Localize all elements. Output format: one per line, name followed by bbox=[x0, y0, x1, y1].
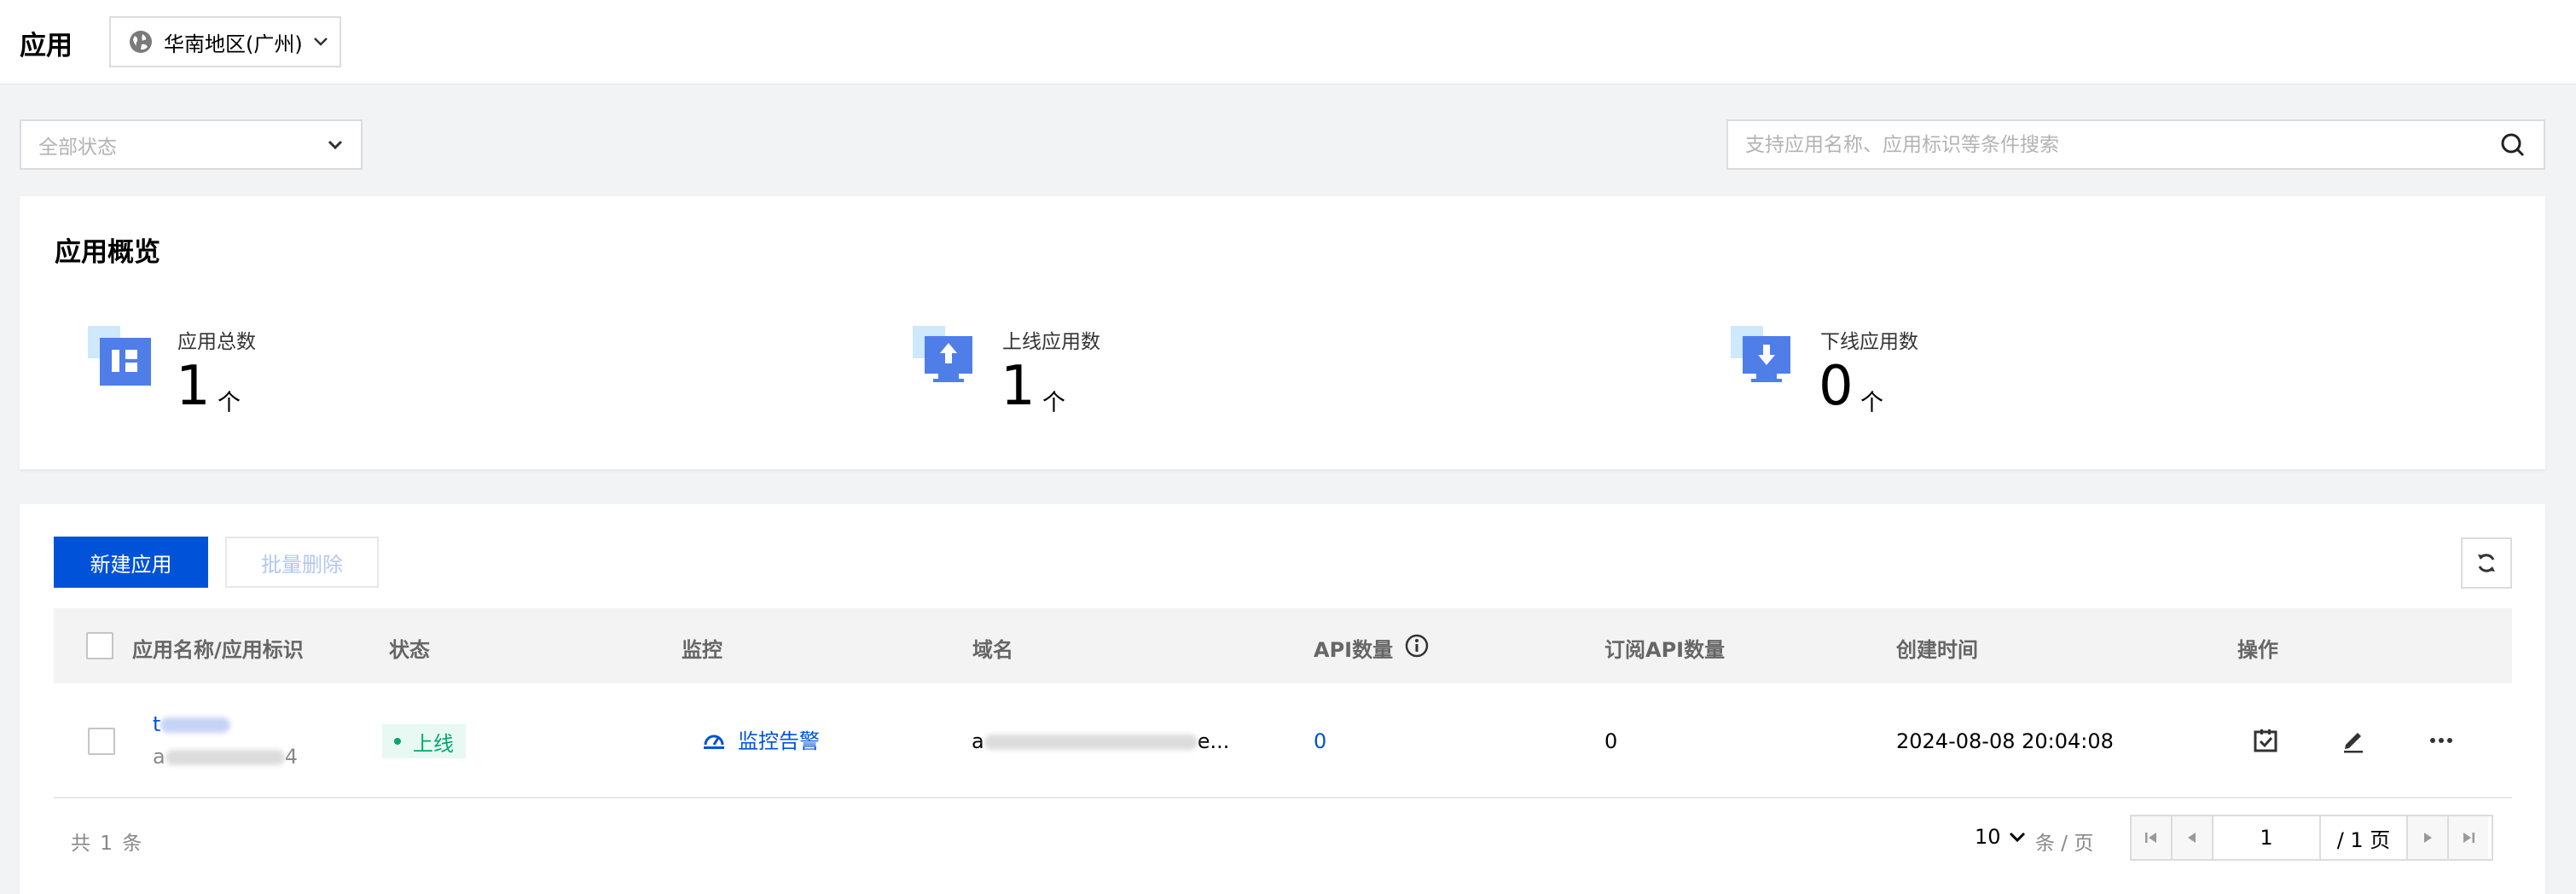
search-input[interactable] bbox=[1745, 133, 2479, 156]
first-page-icon bbox=[2145, 833, 2156, 843]
domain-prefix: a bbox=[972, 729, 984, 753]
pencil-icon bbox=[2344, 733, 2363, 753]
checklist-icon bbox=[2254, 729, 2277, 752]
column-header-name: 应用名称/应用标识 bbox=[132, 638, 304, 662]
stat-unit: 个 bbox=[1042, 390, 1065, 416]
page-size-select[interactable]: 10 bbox=[1975, 825, 2027, 849]
page-size-value: 10 bbox=[1975, 825, 2001, 849]
ellipsis-icon bbox=[2430, 738, 2452, 743]
app-id: a4 bbox=[153, 745, 298, 769]
domain-text: a e... bbox=[972, 729, 1229, 753]
stat-label: 应用总数 bbox=[177, 331, 256, 353]
refresh-icon bbox=[2478, 554, 2495, 572]
monitor-alert-link[interactable]: 监控告警 bbox=[702, 724, 820, 754]
status-filter-placeholder: 全部状态 bbox=[38, 136, 117, 159]
overview-title: 应用概览 bbox=[55, 237, 160, 268]
column-header-monitor: 监控 bbox=[682, 638, 722, 662]
column-header-actions: 操作 bbox=[2237, 638, 2278, 662]
overview-card: 应用概览 应用总数 1 个 上线应用数 1 个 下线应用数 0 个 bbox=[20, 196, 2545, 469]
app-id-prefix: a bbox=[153, 745, 165, 769]
app-id-suffix: 4 bbox=[284, 745, 298, 769]
select-all-checkbox[interactable] bbox=[86, 632, 113, 659]
column-header-domain: 域名 bbox=[972, 638, 1013, 662]
app-list-card: 新建应用 批量删除 应用名称/应用标识 状态 监控 域名 API数量 订阅API… bbox=[20, 504, 2545, 894]
column-header-status: 状态 bbox=[389, 638, 430, 662]
next-page-icon bbox=[2424, 833, 2432, 843]
table-header: 应用名称/应用标识 状态 监控 域名 API数量 订阅API数量 创建时间 操作 bbox=[54, 608, 2512, 683]
api-count-link[interactable]: 0 bbox=[1314, 729, 1326, 753]
page-size-suffix: 条 / 页 bbox=[2035, 833, 2094, 855]
search-box bbox=[1726, 119, 2545, 170]
created-time: 2024-08-08 20:04:08 bbox=[1896, 729, 2114, 753]
total-count: 共 1 条 bbox=[71, 833, 144, 855]
app-name-prefix: t bbox=[153, 712, 161, 736]
top-header: 应用 华南地区(广州) bbox=[0, 0, 2576, 84]
page-number-input[interactable] bbox=[2213, 816, 2321, 859]
new-app-button[interactable]: 新建应用 bbox=[54, 537, 208, 588]
search-icon[interactable] bbox=[2499, 131, 2527, 159]
monitor-upload-icon bbox=[913, 326, 972, 382]
refresh-button[interactable] bbox=[2461, 537, 2512, 589]
domain-suffix: e... bbox=[1197, 729, 1230, 753]
stat-value: 1 bbox=[1001, 355, 1036, 418]
monitor-download-icon bbox=[1731, 326, 1790, 382]
page-title: 应用 bbox=[20, 31, 73, 61]
first-page-button[interactable] bbox=[2132, 816, 2173, 859]
stat-value: 1 bbox=[176, 355, 211, 418]
status-badge: 上线 bbox=[382, 724, 466, 758]
globe-icon bbox=[130, 31, 152, 53]
region-select[interactable]: 华南地区(广州) bbox=[109, 16, 341, 67]
batch-delete-button: 批量删除 bbox=[225, 537, 379, 588]
dashboard-gauge-icon bbox=[704, 734, 724, 749]
status-dot bbox=[394, 738, 401, 745]
prev-page-button[interactable] bbox=[2173, 816, 2213, 859]
status-label: 上线 bbox=[413, 731, 454, 756]
sub-api-count: 0 bbox=[1604, 729, 1618, 753]
stat-offline-apps: 下线应用数 0 个 bbox=[1731, 322, 2328, 433]
pagination-controls: / 1 页 bbox=[2130, 815, 2493, 861]
stat-label: 上线应用数 bbox=[1002, 331, 1100, 353]
region-label: 华南地区(广州) bbox=[164, 32, 303, 56]
prev-page-icon bbox=[2188, 833, 2196, 843]
column-header-created: 创建时间 bbox=[1896, 638, 1978, 662]
chevron-down-icon bbox=[328, 140, 343, 149]
column-header-api-count: API数量 bbox=[1314, 638, 1394, 662]
apps-grid-icon bbox=[88, 326, 151, 386]
row-checkbox[interactable] bbox=[88, 728, 115, 755]
chevron-down-icon bbox=[313, 38, 328, 46]
total-pages: / 1 页 bbox=[2336, 827, 2391, 852]
stat-online-apps: 上线应用数 1 个 bbox=[913, 322, 1510, 433]
column-header-sub-api-count: 订阅API数量 bbox=[1604, 638, 1726, 662]
stat-unit: 个 bbox=[218, 390, 241, 416]
stat-unit: 个 bbox=[1860, 390, 1883, 416]
status-filter-select[interactable]: 全部状态 bbox=[20, 119, 363, 170]
more-actions-icon[interactable] bbox=[2427, 726, 2456, 755]
table-row: t a4 上线 监控告警 a e... 0 0 2024-08-08 20:04:… bbox=[54, 683, 2512, 798]
chevron-down-icon bbox=[2009, 832, 2025, 843]
app-name-link[interactable]: t bbox=[153, 712, 231, 736]
stat-label: 下线应用数 bbox=[1820, 331, 1918, 353]
publish-action-icon[interactable] bbox=[2251, 726, 2280, 755]
last-page-button[interactable] bbox=[2447, 816, 2488, 859]
stat-total-apps: 应用总数 1 个 bbox=[88, 322, 685, 433]
info-icon[interactable] bbox=[1405, 634, 1429, 658]
last-page-icon bbox=[2463, 833, 2474, 843]
monitor-alert-label: 监控告警 bbox=[738, 729, 820, 753]
stat-value: 0 bbox=[1819, 355, 1854, 418]
next-page-button[interactable] bbox=[2406, 816, 2447, 859]
edit-action-icon[interactable] bbox=[2339, 726, 2368, 755]
